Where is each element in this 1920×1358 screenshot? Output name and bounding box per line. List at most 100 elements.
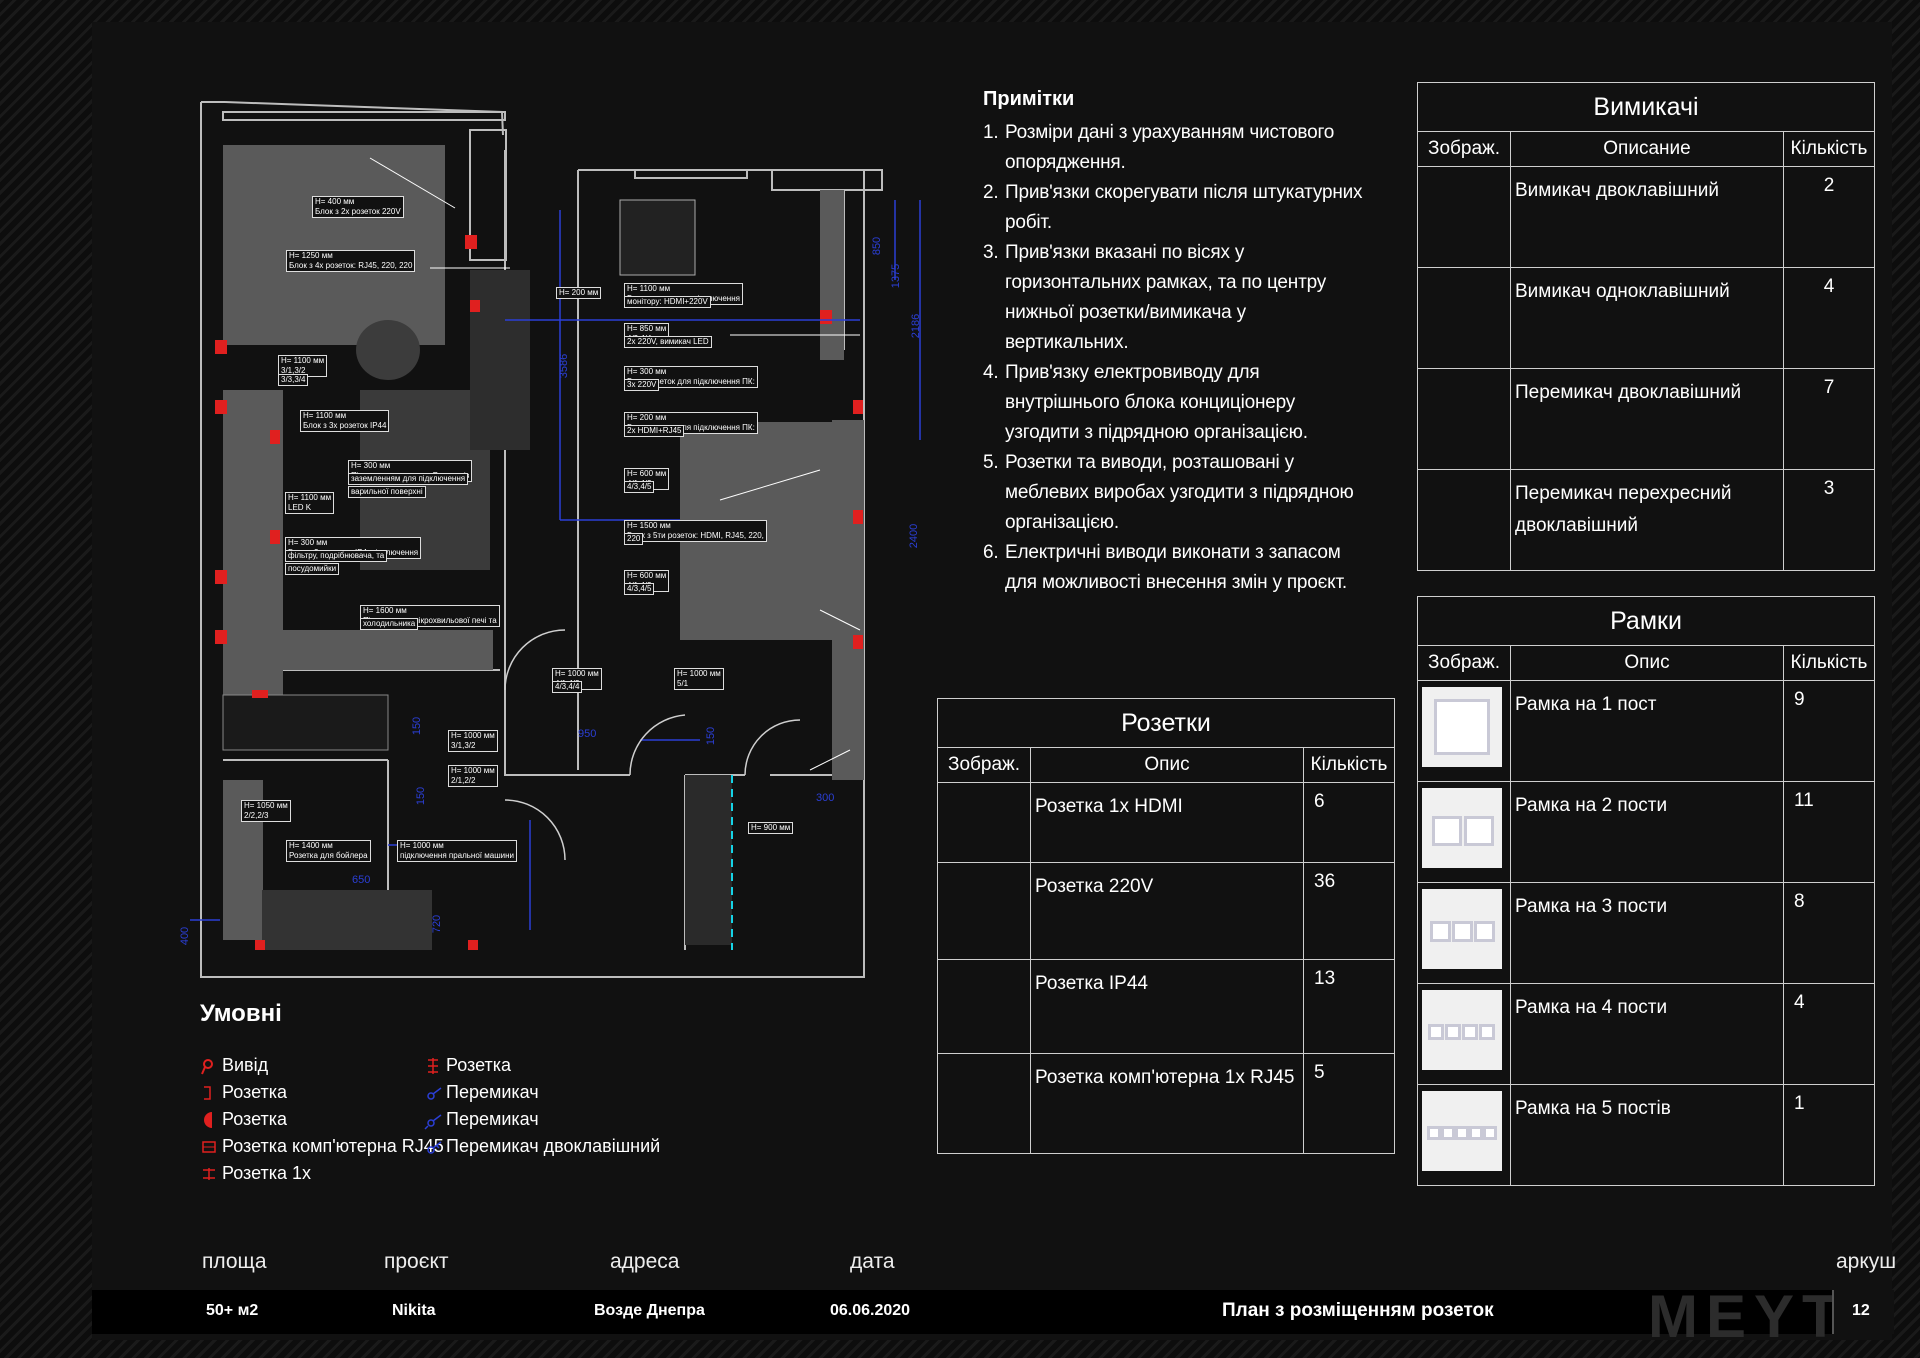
sockets-table: Розетки Зображ. Опис Кількість Розетка 1… — [937, 698, 1395, 1154]
table-row: Розетка IP44 13 — [937, 959, 1395, 1054]
title-label-address: адреса — [610, 1250, 680, 1273]
plan-label: 4/3,4/5 — [624, 481, 655, 493]
socket-double-icon — [428, 1057, 438, 1074]
plan-label: холодильника — [360, 618, 419, 630]
sockets-table-title: Розетки — [937, 698, 1395, 748]
dimension-label: 650 — [352, 874, 371, 886]
notes-list: 1. Розміри дані з урахуванням чистового о… — [983, 118, 1363, 598]
table-row: Розетка 220V 36 — [937, 862, 1395, 960]
dimension-label: 2400 — [908, 523, 921, 549]
col-description: Описание — [1510, 131, 1784, 167]
dimension-label: 3586 — [558, 353, 571, 379]
frame-3-image — [1422, 889, 1502, 969]
title-value-project: Nikita — [392, 1302, 436, 1319]
floor-plan — [190, 101, 921, 978]
plan-label: 2х 220V, вимикач LED — [624, 336, 712, 348]
table-row: Розетка комп'ютерна 1х RJ45 5 — [937, 1053, 1395, 1154]
plan-label: H= 1000 мм 3/1,3/2 — [448, 730, 498, 752]
table-row: Рамка на 3 пости 8 — [1417, 882, 1875, 984]
plan-label: H= 1400 мм Розетка для бойлера — [286, 840, 371, 862]
title-block-bar — [92, 1290, 1892, 1334]
dimension-label: 950 — [578, 728, 597, 740]
frame-5-image — [1422, 1091, 1502, 1171]
frames-table-title: Рамки — [1417, 596, 1875, 646]
table-row: Рамка на 4 пости 4 — [1417, 983, 1875, 1085]
frames-table: Рамки Зображ. Опис Кількість Рамка на 1 … — [1417, 596, 1875, 1186]
title-value-date: 06.06.2020 — [830, 1302, 911, 1319]
table-row: Перемикач двоклавішний 7 — [1417, 368, 1875, 470]
title-value-sheet: 12 — [1852, 1302, 1870, 1319]
plan-label: 3/3,3/4 — [278, 374, 309, 386]
plan-label: H= 1000 мм 5/1 — [674, 668, 724, 690]
switches-table: Вимикачі Зображ. Описание Кількість Вими… — [1417, 82, 1875, 571]
col-image: Зображ. — [937, 747, 1031, 783]
plan-label: H= 1100 мм LED K — [285, 492, 335, 514]
notes-title: Примітки — [983, 88, 1075, 110]
dimension-label: 400 — [179, 926, 192, 946]
note-item: 3. Прив'язки вказані по вісях у горизонта… — [983, 242, 1327, 353]
legend-item-socket-right: Розетка — [424, 1055, 511, 1076]
table-row: Вимикач одноклавішний 4 — [1417, 267, 1875, 369]
table-row: Рамка на 2 пости 11 — [1417, 781, 1875, 883]
dimension-label: 850 — [871, 236, 884, 256]
switches-table-title: Вимикачі — [1417, 82, 1875, 132]
col-description: Опис — [1510, 645, 1784, 681]
col-image: Зображ. — [1417, 645, 1511, 681]
plan-label: H= 1250 мм Блок з 4х розеток: RJ45, 220, … — [286, 250, 416, 272]
plan-label: H= 200 мм — [556, 287, 602, 299]
dimension-label: 720 — [431, 914, 444, 934]
legend-item-switch: Перемикач — [424, 1082, 539, 1103]
col-quantity: Кількість — [1303, 747, 1395, 783]
title-label-area: площа — [202, 1250, 267, 1273]
note-item: 2. Прив'язки скорегувати після штукатурни… — [983, 182, 1363, 233]
plan-label: H= 400 мм Блок з 2х розеток 220V — [312, 196, 404, 218]
brand-logo: MEYT — [1648, 1283, 1847, 1350]
legend-item-socket-filled: Розетка — [200, 1109, 287, 1130]
plan-label: H= 1500 мм Блок з 5ти розеток: HDMI, RJ45… — [624, 520, 767, 542]
frame-2-image — [1422, 788, 1502, 868]
plan-label: посудомийки — [285, 563, 340, 575]
plan-label: H= 900 мм — [748, 822, 794, 834]
plan-label: H= 1000 мм 2/1,2/2 — [448, 765, 498, 787]
legend-item-switch-alt: Перемикач — [424, 1109, 539, 1130]
dimension-label: 2186 — [910, 313, 923, 339]
note-item: 5. Розетки та виводи, розташовані у мебле… — [983, 452, 1354, 533]
switch-alt-icon — [424, 1113, 442, 1130]
legend-item-rj45-socket: Розетка комп'ютерна RJ45 — [200, 1136, 444, 1157]
title-label-date: дата — [850, 1250, 895, 1273]
col-description: Опис — [1030, 747, 1304, 783]
outlet-point-icon — [201, 1058, 213, 1074]
title-value-area: 50+ м2 — [206, 1302, 259, 1319]
socket-1x-icon — [203, 1167, 215, 1180]
table-row: Розетка 1х HDMI 6 — [937, 782, 1395, 863]
table-row: Перемикач перехресний двоклавішний 3 — [1417, 469, 1875, 571]
col-quantity: Кількість — [1783, 645, 1875, 681]
plan-label: варильної поверхні — [348, 486, 426, 498]
legend-item-socket: Розетка — [200, 1082, 287, 1103]
legend-item-outlet-point: Вивід — [200, 1055, 268, 1076]
table-row: Рамка на 5 постів 1 — [1417, 1084, 1875, 1186]
legend-item-double-switch: Перемикач двоклавішний — [424, 1136, 660, 1157]
double-switch-icon — [427, 1140, 442, 1154]
plan-label: 3х 220V — [624, 379, 660, 391]
table-row: Вимикач двоклавішний 2 — [1417, 166, 1875, 268]
plan-label: 4/3,4/4 — [552, 681, 583, 693]
plan-label: H= 1100 мм Блок з 3х розеток IP44 — [300, 410, 390, 432]
frame-1-image — [1422, 687, 1502, 767]
frame-4-image — [1422, 990, 1502, 1070]
title-label-project: проєкт — [384, 1250, 449, 1273]
plan-label: 220 — [624, 533, 644, 545]
note-item: 6. Електричні виводи виконати з запасом д… — [983, 542, 1347, 593]
socket-filled-icon — [204, 1111, 212, 1128]
plan-label: заземленням для підключення — [348, 473, 469, 485]
note-item: 1. Розміри дані з урахуванням чистового о… — [983, 122, 1335, 173]
title-value-address: Возде Днепра — [594, 1302, 705, 1319]
dimension-label: 1375 — [890, 263, 903, 289]
dimension-label: 150 — [411, 716, 424, 736]
col-quantity: Кількість — [1783, 131, 1875, 167]
note-item: 4. Прив'язку електровиводу для внутрішньо… — [983, 362, 1308, 443]
table-row: Рамка на 1 пост 9 — [1417, 680, 1875, 782]
rj45-socket-icon — [202, 1140, 216, 1153]
plan-label: фільтру, подрібнювача, та — [285, 550, 388, 562]
legend-title: Умовні — [200, 1000, 282, 1027]
